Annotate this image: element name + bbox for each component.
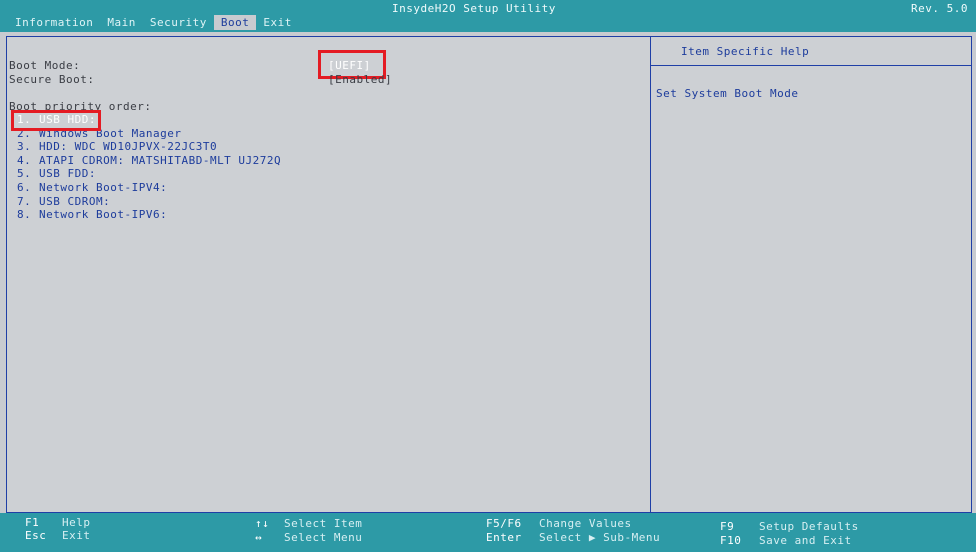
boot-item-label: HDD: WDC WD10JPVX-22JC3T0 — [39, 140, 218, 154]
key-enter: Enter — [486, 531, 522, 544]
tab-main[interactable]: Main — [100, 15, 143, 30]
key-f1-desc: Help — [62, 516, 91, 529]
boot-item-usb-fdd[interactable]: 5. USB FDD: — [17, 167, 281, 181]
key-select-menu-desc: Select Menu — [284, 531, 363, 544]
boot-item-number: 7. — [17, 194, 32, 208]
boot-item-label: USB FDD: — [39, 167, 96, 181]
boot-item-number: 5. — [17, 167, 32, 181]
secure-boot-label: Secure Boot: — [9, 73, 95, 86]
help-header: Item Specific Help — [651, 37, 971, 66]
key-f1: F1 — [25, 516, 40, 529]
boot-item-label: Network Boot-IPV4: — [39, 180, 168, 194]
help-text: Set System Boot Mode — [656, 87, 799, 100]
boot-item-label: Network Boot-IPV6: — [39, 208, 168, 222]
app-title: InsydeH2O Setup Utility — [392, 2, 556, 15]
key-enter-desc: Select ▶ Sub-Menu — [539, 531, 661, 544]
boot-item-number: 4. — [17, 153, 32, 167]
boot-item-number: 6. — [17, 180, 32, 194]
key-esc-exit: Esc Exit — [25, 529, 91, 542]
help-title: Item Specific Help — [681, 45, 810, 58]
boot-item-network-ipv6[interactable]: 8. Network Boot-IPV6: — [17, 208, 281, 222]
key-select-item-desc: Select Item — [284, 517, 363, 530]
key-select-item: ↑↓ Select Item — [255, 517, 362, 530]
tab-exit[interactable]: Exit — [256, 15, 299, 30]
bios-screen: InsydeH2O Setup Utility Rev. 5.0 Informa… — [0, 0, 976, 552]
left-right-arrow-icon: ↔ — [255, 531, 263, 544]
boot-settings-panel: Boot Mode: [UEFI] Secure Boot: [Enabled]… — [6, 36, 651, 513]
boot-item-label: ATAPI CDROM: MATSHITABD-MLT UJ272Q — [39, 153, 282, 167]
key-esc: Esc — [25, 529, 47, 542]
tab-boot[interactable]: Boot — [213, 15, 257, 30]
key-change-values-desc: Change Values — [539, 517, 632, 530]
key-save-exit: F10 Save and Exit — [720, 534, 852, 547]
key-select-menu: ↔ Select Menu — [255, 531, 362, 544]
key-change-values: F5/F6 Change Values — [486, 517, 632, 530]
key-f10-desc: Save and Exit — [759, 534, 852, 547]
tab-security[interactable]: Security — [143, 15, 214, 30]
revision-label: Rev. 5.0 — [911, 2, 968, 15]
key-f9-desc: Setup Defaults — [759, 520, 859, 533]
menu-tabs: Information Main Security Boot Exit — [8, 15, 299, 30]
usb-hdd-highlight — [11, 110, 101, 131]
key-enter-submenu: Enter Select ▶ Sub-Menu — [486, 531, 660, 544]
boot-item-usb-cdrom[interactable]: 7. USB CDROM: — [17, 195, 281, 209]
key-f1-help: F1 Help — [25, 516, 91, 529]
item-help-panel: Item Specific Help Set System Boot Mode — [650, 36, 972, 513]
key-f9: F9 — [720, 520, 735, 533]
boot-mode-label: Boot Mode: — [9, 59, 81, 72]
tab-information[interactable]: Information — [8, 15, 100, 30]
boot-item-network-ipv4[interactable]: 6. Network Boot-IPV4: — [17, 181, 281, 195]
key-f5-f6: F5/F6 — [486, 517, 522, 530]
boot-item-atapi-cdrom[interactable]: 4. ATAPI CDROM: MATSHITABD-MLT UJ272Q — [17, 154, 281, 168]
top-bar: InsydeH2O Setup Utility Rev. 5.0 Informa… — [0, 0, 976, 32]
boot-item-number: 3. — [17, 140, 32, 154]
up-down-arrow-icon: ↑↓ — [255, 517, 270, 530]
boot-item-hdd[interactable]: 3. HDD: WDC WD10JPVX-22JC3T0 — [17, 140, 281, 154]
key-setup-defaults: F9 Setup Defaults — [720, 520, 859, 533]
boot-item-label: USB CDROM: — [39, 194, 111, 208]
boot-item-number: 8. — [17, 208, 32, 222]
key-legend-bar: F1 Help Esc Exit ↑↓ Select Item ↔ Select Men… — [0, 513, 976, 552]
secure-boot-value[interactable]: [Enabled] — [328, 73, 392, 86]
key-esc-desc: Exit — [62, 529, 91, 542]
key-f10: F10 — [720, 534, 742, 547]
